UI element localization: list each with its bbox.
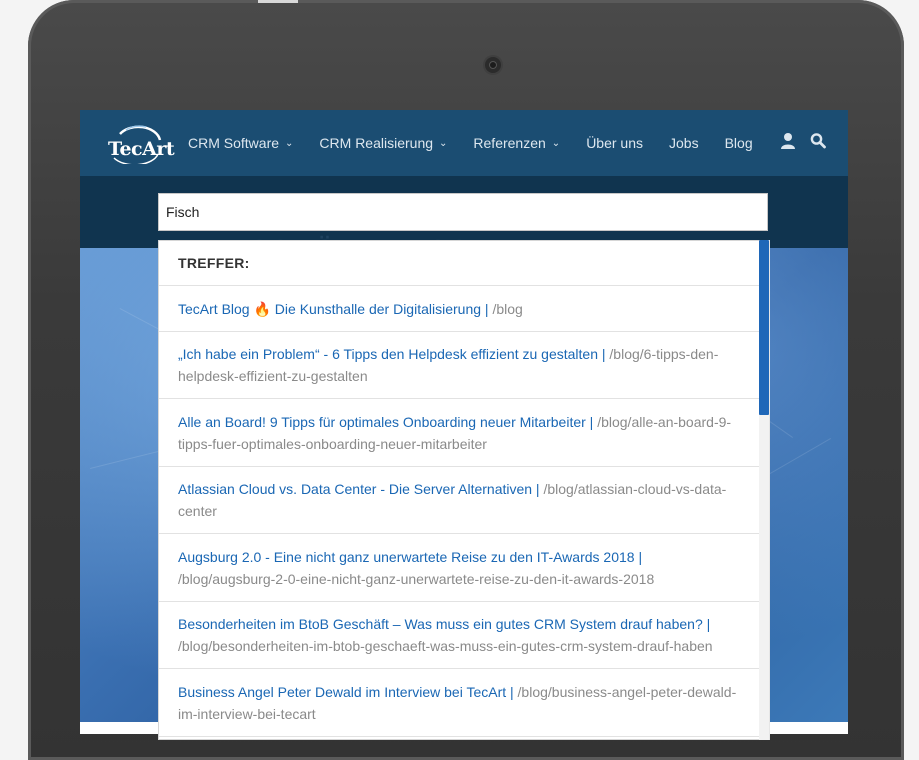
result-title[interactable]: Business Angel Peter Dewald im Interview… [178,684,506,700]
menu-item-blog[interactable]: Blog [725,135,753,151]
scrollbar-thumb[interactable] [759,240,769,415]
result-title[interactable]: Atlassian Cloud vs. Data Center - Die Se… [178,481,532,497]
result-separator: | [597,346,610,362]
chevron-down-icon: ⌄ [551,137,561,149]
results-scrollbar[interactable] [759,240,770,740]
search-results-dropdown: TREFFER: TecArt Blog 🔥 Die Kunsthalle de… [158,240,760,740]
result-separator: | [506,683,518,700]
results-header: TREFFER: [159,241,759,286]
result-item[interactable]: Augsburg 2.0 - Eine nicht ganz unerwarte… [159,534,759,602]
chevron-down-icon: ⌄ [285,137,294,149]
result-separator: | [634,548,643,565]
menu-item-crm-realisierung[interactable]: CRM Realisierung ⌄ [319,135,447,151]
result-item[interactable]: „Ich habe ein Problem“ - 6 Tipps den Hel… [159,332,759,399]
menu-item-jobs[interactable]: Jobs [669,135,699,151]
result-title[interactable]: Besonderheiten im BtoB Geschäft – Was mu… [178,616,703,632]
logo-text: TecArt [108,138,175,160]
result-item[interactable]: Besonderheiten im BtoB Geschäft – Was mu… [159,602,759,669]
result-url: /blog/augsburg-2-0-eine-nicht-ganz-unerw… [178,570,655,587]
menu-item-label: Blog [724,135,753,151]
menu-item-label: Über uns [586,135,643,151]
result-separator: | [532,481,544,497]
main-menu: CRM Software ⌄ CRM Realisierung ⌄ Refere… [188,110,779,176]
menu-item-referenzen[interactable]: Referenzen ⌄ [473,135,560,151]
result-item[interactable]: TecArt Blog 🔥 Die Kunsthalle der Digital… [159,286,759,332]
menu-item-label: Jobs [669,135,699,151]
tecart-logo[interactable]: TecArt [106,124,175,164]
result-separator: | [702,616,711,632]
result-item[interactable]: Alle an Board! 9 Tipps für optimales Onb… [159,399,759,467]
search-band: DIE SCHÖPFERISCHE KRAFT IN [80,176,848,264]
user-icon[interactable] [780,132,796,150]
search-icon[interactable] [810,132,826,150]
menu-item-crm-software[interactable]: CRM Software ⌄ [188,135,293,151]
menu-item-label: Referenzen [473,135,546,151]
result-url: /blog/besonderheiten-im-btob-geschaeft-w… [178,638,713,654]
result-item[interactable]: Business Angel Peter Dewald im Interview… [159,669,759,737]
top-navbar: TecArt CRM Software ⌄ CRM Realisierung ⌄… [80,110,848,176]
result-title[interactable]: Alle an Board! 9 Tipps für optimales Onb… [178,414,586,430]
result-separator: | [481,300,493,317]
result-item[interactable]: Atlassian Cloud vs. Data Center - Die Se… [159,467,759,534]
result-separator: | [585,413,598,430]
chevron-down-icon: ⌄ [439,137,448,149]
search-input[interactable] [158,193,768,231]
menu-item-ueber-uns[interactable]: Über uns [586,135,643,151]
camera-icon [485,57,501,73]
result-url: /blog [492,300,523,317]
tablet-highlight [258,0,298,3]
nav-icon-group [780,132,826,150]
result-title[interactable]: „Ich habe ein Problem“ - 6 Tipps den Hel… [178,346,598,362]
menu-item-label: CRM Software [188,135,280,151]
menu-item-label: CRM Realisierung [319,135,434,151]
result-title[interactable]: Augsburg 2.0 - Eine nicht ganz unerwarte… [178,549,635,565]
result-title[interactable]: TecArt Blog 🔥 Die Kunsthalle der Digital… [178,301,481,317]
